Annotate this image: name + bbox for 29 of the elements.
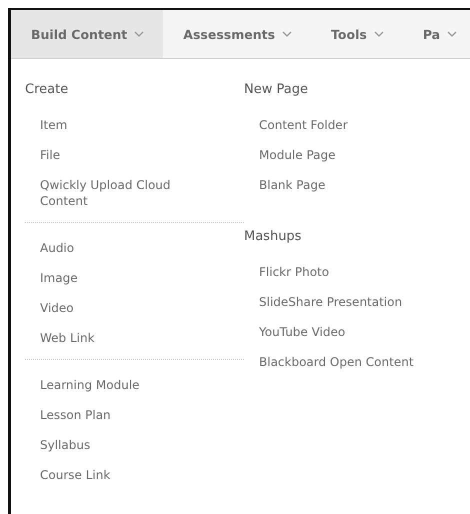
menu-item[interactable]: Syllabus [40,430,90,460]
menu-item[interactable]: Content Folder [259,110,348,140]
section-heading: New Page [244,81,309,99]
menu-item[interactable]: SlideShare Presentation [259,287,402,317]
menu-item[interactable]: Web Link [40,323,95,353]
menu-item[interactable]: Module Page [259,140,336,170]
chevron-down-icon [374,31,384,37]
chevron-down-icon [447,31,458,37]
menu-item[interactable]: Learning Module [40,370,140,400]
menu-item[interactable]: YouTube Video [259,317,346,347]
menu-item[interactable]: File [40,140,60,170]
menu-item[interactable]: Image [40,263,78,293]
menu-item[interactable]: Audio [40,233,74,263]
menu-item[interactable]: Blank Page [259,170,326,200]
menu-item[interactable]: Video [40,293,74,323]
chevron-down-icon [134,31,144,37]
menu-item[interactable]: Flickr Photo [259,257,330,287]
menu-tab[interactable]: Build Content [11,10,164,58]
section-heading: Mashups [244,228,302,246]
menu-tab[interactable]: Tools [311,10,403,58]
menu-item[interactable]: Course Link [40,460,110,490]
menu-item[interactable]: Lesson Plan [40,400,111,430]
menu-item[interactable]: Qwickly Upload Cloud Content [40,170,200,216]
menu-item[interactable]: Item [40,110,68,140]
menu-item[interactable]: Blackboard Open Content [259,347,414,377]
section-heading: Create [25,81,70,99]
chevron-down-icon [282,31,292,37]
menu-tab[interactable]: Pa [402,10,470,58]
menu-tab[interactable]: Assessments [163,10,312,58]
